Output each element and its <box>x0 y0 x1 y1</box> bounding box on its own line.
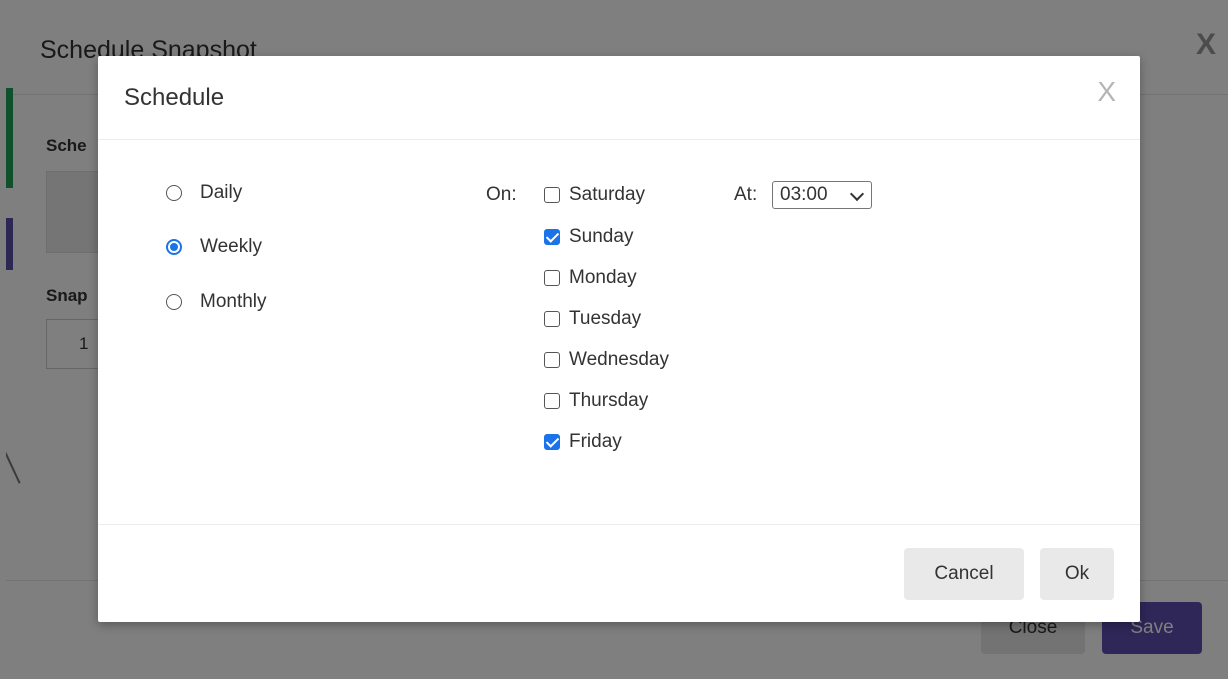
day-label: Tuesday <box>569 308 642 329</box>
radio-daily[interactable]: Daily <box>166 182 242 204</box>
checkbox[interactable] <box>544 352 560 368</box>
radio-monthly[interactable]: Monthly <box>166 291 267 313</box>
cancel-button[interactable]: Cancel <box>904 548 1024 600</box>
day-wednesday[interactable]: Wednesday <box>544 349 669 371</box>
modal-header: Schedule X <box>98 56 1140 140</box>
checkbox[interactable] <box>544 393 560 409</box>
close-icon[interactable]: X <box>1097 76 1116 108</box>
ok-button[interactable]: Ok <box>1040 548 1114 600</box>
day-label: Friday <box>569 431 622 452</box>
on-label: On: <box>486 184 517 205</box>
day-saturday[interactable]: Saturday <box>544 184 645 206</box>
time-select[interactable]: 03:00 <box>772 181 872 209</box>
modal-title: Schedule <box>124 84 225 111</box>
day-friday[interactable]: Friday <box>544 431 622 453</box>
checkbox[interactable] <box>544 187 560 203</box>
radio-button[interactable] <box>166 185 182 201</box>
schedule-modal: Schedule X Daily Weekly Monthly On: Satu… <box>98 56 1140 622</box>
day-label: Saturday <box>569 184 646 205</box>
time-select-value: 03:00 <box>780 184 828 205</box>
day-label: Thursday <box>569 390 649 411</box>
chevron-down-icon <box>849 186 865 202</box>
radio-button[interactable] <box>166 239 182 255</box>
radio-label: Daily <box>200 182 243 203</box>
radio-button[interactable] <box>166 294 182 310</box>
day-label: Wednesday <box>569 349 669 370</box>
radio-weekly[interactable]: Weekly <box>166 236 262 258</box>
checkbox[interactable] <box>544 311 560 327</box>
day-tuesday[interactable]: Tuesday <box>544 308 641 330</box>
day-label: Sunday <box>569 226 634 247</box>
day-thursday[interactable]: Thursday <box>544 390 648 412</box>
day-label: Monday <box>569 267 637 288</box>
radio-label: Weekly <box>200 236 262 257</box>
at-label: At: <box>734 184 758 205</box>
checkbox[interactable] <box>544 229 560 245</box>
day-monday[interactable]: Monday <box>544 267 637 289</box>
checkbox[interactable] <box>544 434 560 450</box>
radio-label: Monthly <box>200 291 267 312</box>
day-sunday[interactable]: Sunday <box>544 226 633 248</box>
checkbox[interactable] <box>544 270 560 286</box>
